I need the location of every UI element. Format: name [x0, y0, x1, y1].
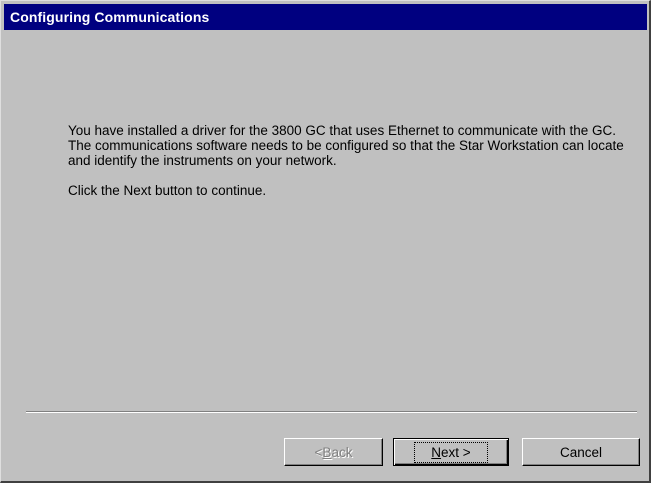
back-button-label-rest: ack — [331, 444, 353, 460]
message-paragraph-driver: You have installed a driver for the 3800… — [68, 123, 624, 168]
configuring-communications-dialog: Configuring Communications You have inst… — [0, 0, 651, 483]
cancel-button[interactable]: Cancel — [522, 438, 640, 466]
title-bar[interactable]: Configuring Communications — [4, 4, 647, 30]
cancel-button-label: Cancel — [559, 444, 603, 460]
back-button-mnemonic: B — [322, 444, 332, 460]
message-paragraph-instructions: Click the Next button to continue. — [68, 183, 267, 198]
next-button-focus-ring: Next > — [414, 441, 488, 463]
next-button-label-rest: ext > — [441, 444, 471, 460]
window-title: Configuring Communications — [10, 9, 210, 25]
next-button[interactable]: Next > — [393, 438, 509, 466]
back-button[interactable]: < Back — [284, 438, 383, 466]
next-button-mnemonic: N — [431, 444, 442, 460]
separator-line — [26, 411, 637, 413]
back-button-prefix: < — [314, 444, 323, 460]
dialog-message: You have installed a driver for the 3800… — [68, 123, 628, 198]
